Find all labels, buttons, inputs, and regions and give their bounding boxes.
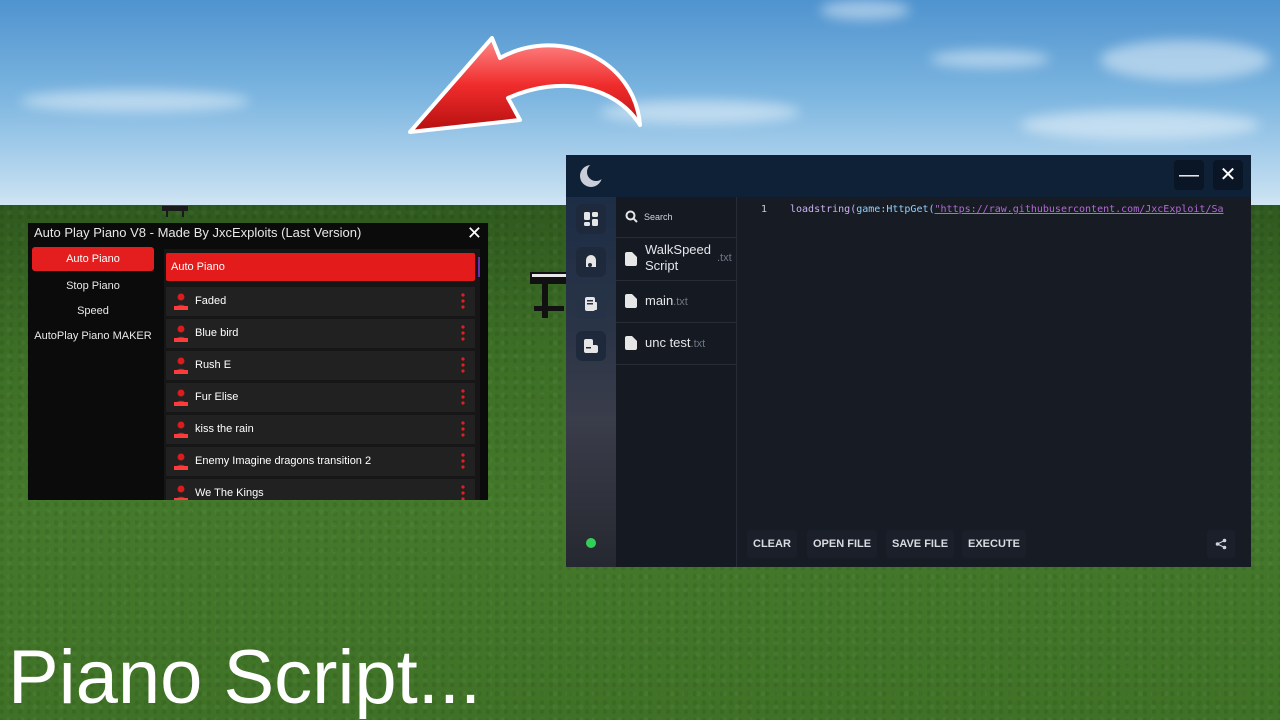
file-icon [625, 252, 637, 266]
video-caption: Piano Script... [8, 635, 482, 720]
cloud [930, 50, 1050, 68]
search-box[interactable]: Search [616, 197, 736, 238]
cloud [1100, 40, 1270, 80]
piano-player-icon [174, 421, 188, 438]
moon-logo-icon [580, 163, 604, 187]
rail-dashboard-button[interactable] [576, 204, 606, 234]
cloud [820, 0, 910, 20]
song-item[interactable]: Faded [166, 287, 475, 316]
file-explorer: Search WalkSpeed Script .txt main.txt unc… [616, 197, 737, 567]
open-file-button[interactable]: OPEN FILE [807, 530, 878, 558]
more-options-icon[interactable] [461, 485, 465, 500]
cloud [1020, 110, 1260, 140]
auto-piano-window: Auto Play Piano V8 - Made By JxcExploits… [28, 223, 488, 500]
file-name: WalkSpeed Script [645, 242, 711, 273]
code-editor[interactable]: 1 loadstring(game:HttpGet("https://raw.g… [737, 197, 1251, 517]
song-item[interactable]: kiss the rain [166, 415, 475, 444]
clear-button[interactable]: CLEAR [747, 530, 797, 558]
cloud [20, 90, 250, 112]
window-title: Auto Play Piano V8 - Made By JxcExploits… [34, 225, 362, 240]
rail-editor-button[interactable] [576, 289, 606, 319]
list-header-auto-piano[interactable]: Auto Piano [166, 253, 475, 281]
save-file-button[interactable]: SAVE FILE [886, 530, 955, 558]
minimize-button[interactable]: — [1174, 160, 1204, 190]
line-number: 1 [761, 204, 768, 215]
side-rail [566, 197, 616, 567]
rail-settings-button[interactable] [576, 331, 606, 361]
more-options-icon[interactable] [461, 421, 465, 437]
file-name: main.txt [645, 293, 688, 308]
song-item[interactable]: Rush E [166, 351, 475, 380]
song-item[interactable]: Fur Elise [166, 383, 475, 412]
rail-scripts-button[interactable] [576, 247, 606, 277]
piano-prop-icon [162, 206, 188, 217]
piano-player-icon [174, 325, 188, 342]
scrollbar[interactable] [478, 257, 480, 277]
code-line[interactable]: loadstring(game:HttpGet("https://raw.git… [790, 204, 1224, 215]
database-icon [584, 339, 598, 353]
file-edit-icon [585, 297, 597, 311]
close-button[interactable]: ✕ [1213, 160, 1243, 190]
file-extension: .txt [717, 252, 732, 264]
piano-player-icon [174, 453, 188, 470]
song-label: Blue bird [195, 327, 239, 339]
song-item[interactable]: We The Kings [166, 479, 475, 500]
search-icon [625, 210, 638, 223]
share-button[interactable] [1207, 530, 1235, 558]
action-bar: CLEAR OPEN FILE SAVE FILE EXECUTE [737, 530, 1251, 560]
title-bar: — ✕ [566, 155, 1251, 197]
song-list[interactable]: Auto Piano Faded Blue bird Rush E Fur El… [164, 249, 480, 500]
file-icon [625, 336, 637, 350]
more-options-icon[interactable] [461, 453, 465, 469]
more-options-icon[interactable] [461, 325, 465, 341]
more-options-icon[interactable] [461, 357, 465, 373]
song-label: Fur Elise [195, 391, 239, 403]
song-label: kiss the rain [195, 423, 254, 435]
executor-window: — ✕ Search WalkSpeed Script .txt main.tx… [566, 155, 1251, 567]
piano-prop-icon [530, 272, 570, 318]
more-options-icon[interactable] [461, 389, 465, 405]
file-item[interactable]: WalkSpeed Script .txt [616, 238, 736, 281]
file-item[interactable]: main.txt [616, 281, 736, 323]
song-label: We The Kings [195, 487, 264, 499]
sidebar-item-stop-piano[interactable]: Stop Piano [28, 274, 158, 298]
song-label: Faded [195, 295, 227, 307]
red-arrow-icon [408, 36, 642, 134]
piano-player-icon [174, 357, 188, 374]
song-label: Rush E [195, 359, 232, 371]
cloud-script-icon [586, 255, 596, 267]
piano-player-icon [174, 389, 188, 406]
dashboard-icon [584, 212, 598, 226]
piano-player-icon [174, 293, 188, 310]
song-item[interactable]: Enemy Imagine dragons transition 2 [166, 447, 475, 476]
sidebar: Auto Piano Stop Piano Speed AutoPlay Pia… [28, 245, 158, 349]
execute-button[interactable]: EXECUTE [962, 530, 1026, 558]
sidebar-item-speed[interactable]: Speed [28, 299, 158, 323]
sidebar-item-autoplay-maker[interactable]: AutoPlay Piano MAKER [28, 324, 158, 348]
share-icon [1215, 538, 1227, 550]
more-options-icon[interactable] [461, 293, 465, 309]
file-item[interactable]: unc test.txt [616, 323, 736, 365]
search-label: Search [644, 212, 673, 222]
file-icon [625, 294, 637, 308]
piano-player-icon [174, 485, 188, 500]
song-item[interactable]: Blue bird [166, 319, 475, 348]
sidebar-item-auto-piano[interactable]: Auto Piano [32, 247, 154, 271]
status-indicator [586, 538, 596, 548]
file-name: unc test.txt [645, 335, 706, 350]
song-label: Enemy Imagine dragons transition 2 [195, 455, 372, 467]
close-button[interactable]: ✕ [467, 223, 482, 244]
